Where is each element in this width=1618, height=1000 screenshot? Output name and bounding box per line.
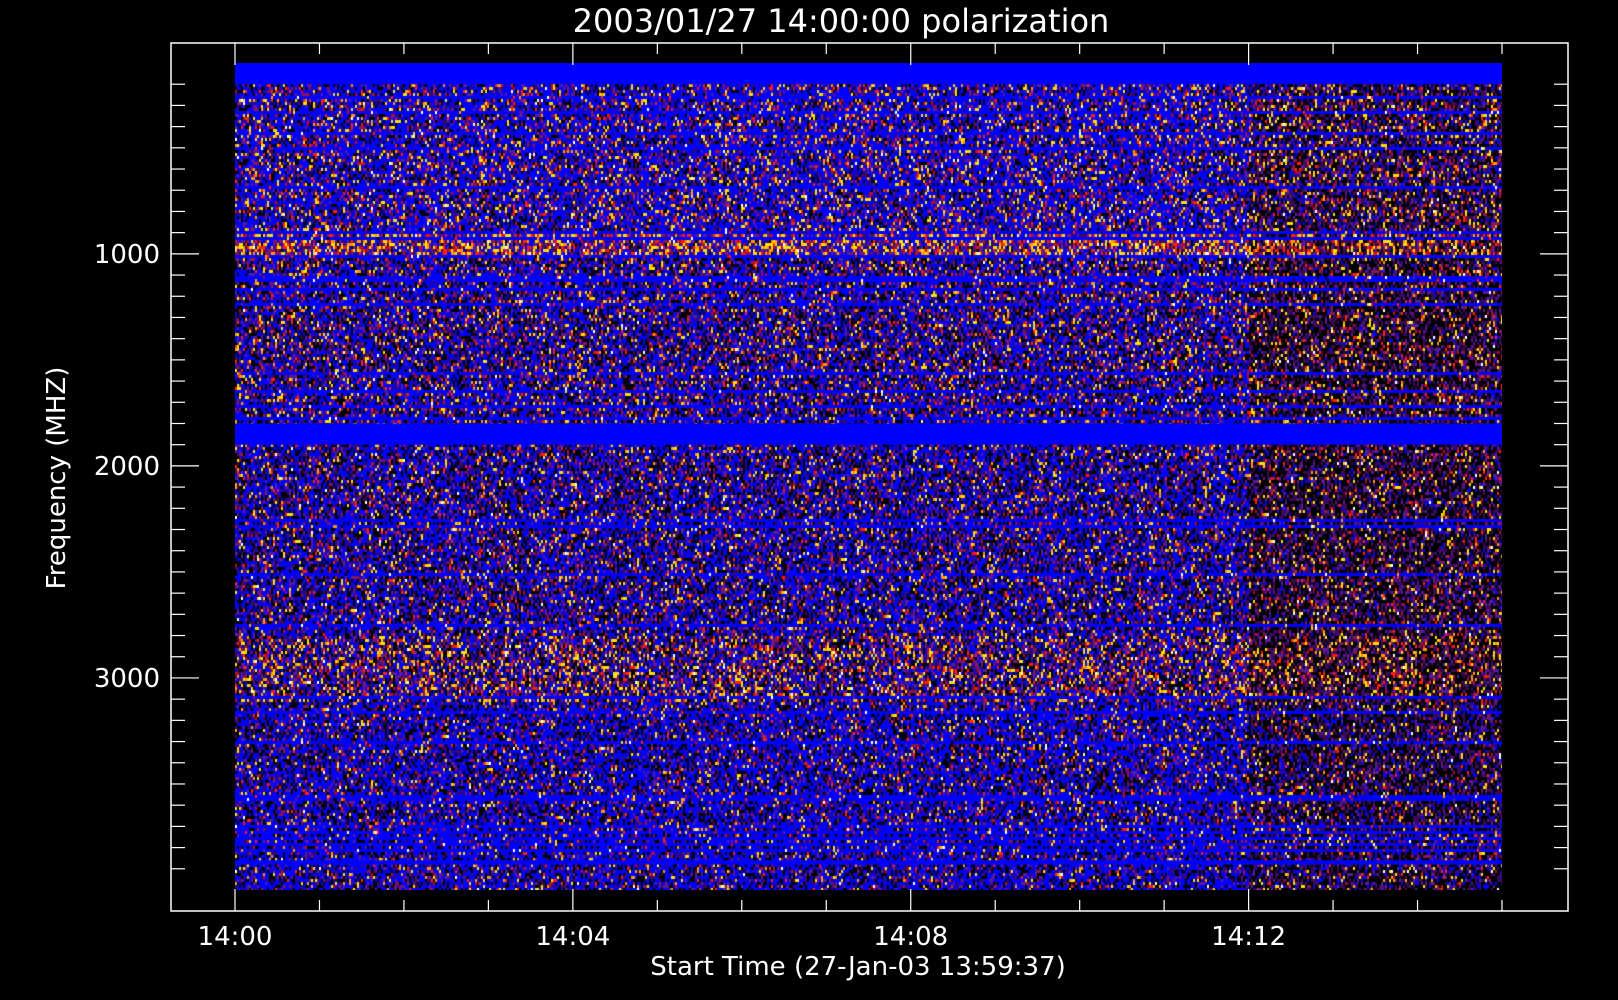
x-axis-label: Start Time (27-Jan-03 13:59:37): [650, 952, 1065, 982]
heatmap-image: [235, 63, 1502, 890]
y-axis-label: Frequency (MHZ): [42, 367, 72, 590]
y-tick-label: 3000: [94, 664, 160, 694]
x-tick-label: 14:12: [1211, 922, 1286, 952]
chart-title: 2003/01/27 14:00:00 polarization: [573, 2, 1110, 40]
y-tick-label: 1000: [94, 240, 160, 270]
y-tick-label: 2000: [94, 452, 160, 482]
heatmap-cells: [235, 63, 1502, 890]
x-tick-label: 14:00: [198, 922, 273, 952]
spectrogram-chart: 2003/01/27 14:00:00 polarization 14:00 1…: [42, 2, 1569, 982]
x-tick-label: 14:04: [535, 922, 610, 952]
x-tick-label: 14:08: [873, 922, 948, 952]
